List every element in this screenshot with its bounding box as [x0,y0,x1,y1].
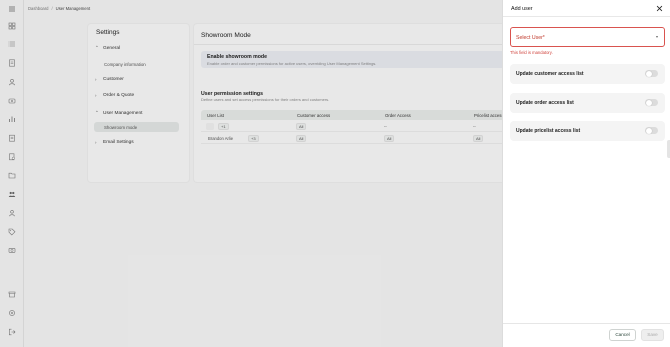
order-access-toggle[interactable] [645,99,658,106]
modal-backdrop[interactable] [0,0,502,347]
close-icon[interactable] [656,5,663,12]
customer-access-toggle-row: Update customer access list [510,64,665,84]
add-user-drawer: Add user Select User* This field is mand… [502,0,670,347]
cancel-button[interactable]: Cancel [609,329,636,341]
toggle-knob [645,99,652,106]
drawer-footer-divider [503,323,670,324]
customer-access-toggle-label: Update customer access list [516,71,584,77]
order-access-toggle-row: Update order access list [510,93,665,113]
customer-access-toggle[interactable] [645,70,658,77]
pricelist-access-toggle[interactable] [645,127,658,134]
toggle-knob [645,127,652,134]
select-user-error: This field is mandatory. [510,50,553,55]
caret-down-icon [656,36,658,38]
select-user-placeholder: Select User* [516,35,545,41]
toggle-knob [645,70,652,77]
select-user-dropdown[interactable]: Select User* [510,27,665,47]
drawer-title: Add user [511,6,533,12]
pricelist-access-toggle-label: Update pricelist access list [516,128,581,134]
save-button[interactable]: Save [641,329,664,341]
pricelist-access-toggle-row: Update pricelist access list [510,121,665,141]
drawer-divider [503,16,670,17]
order-access-toggle-label: Update order access list [516,100,574,106]
